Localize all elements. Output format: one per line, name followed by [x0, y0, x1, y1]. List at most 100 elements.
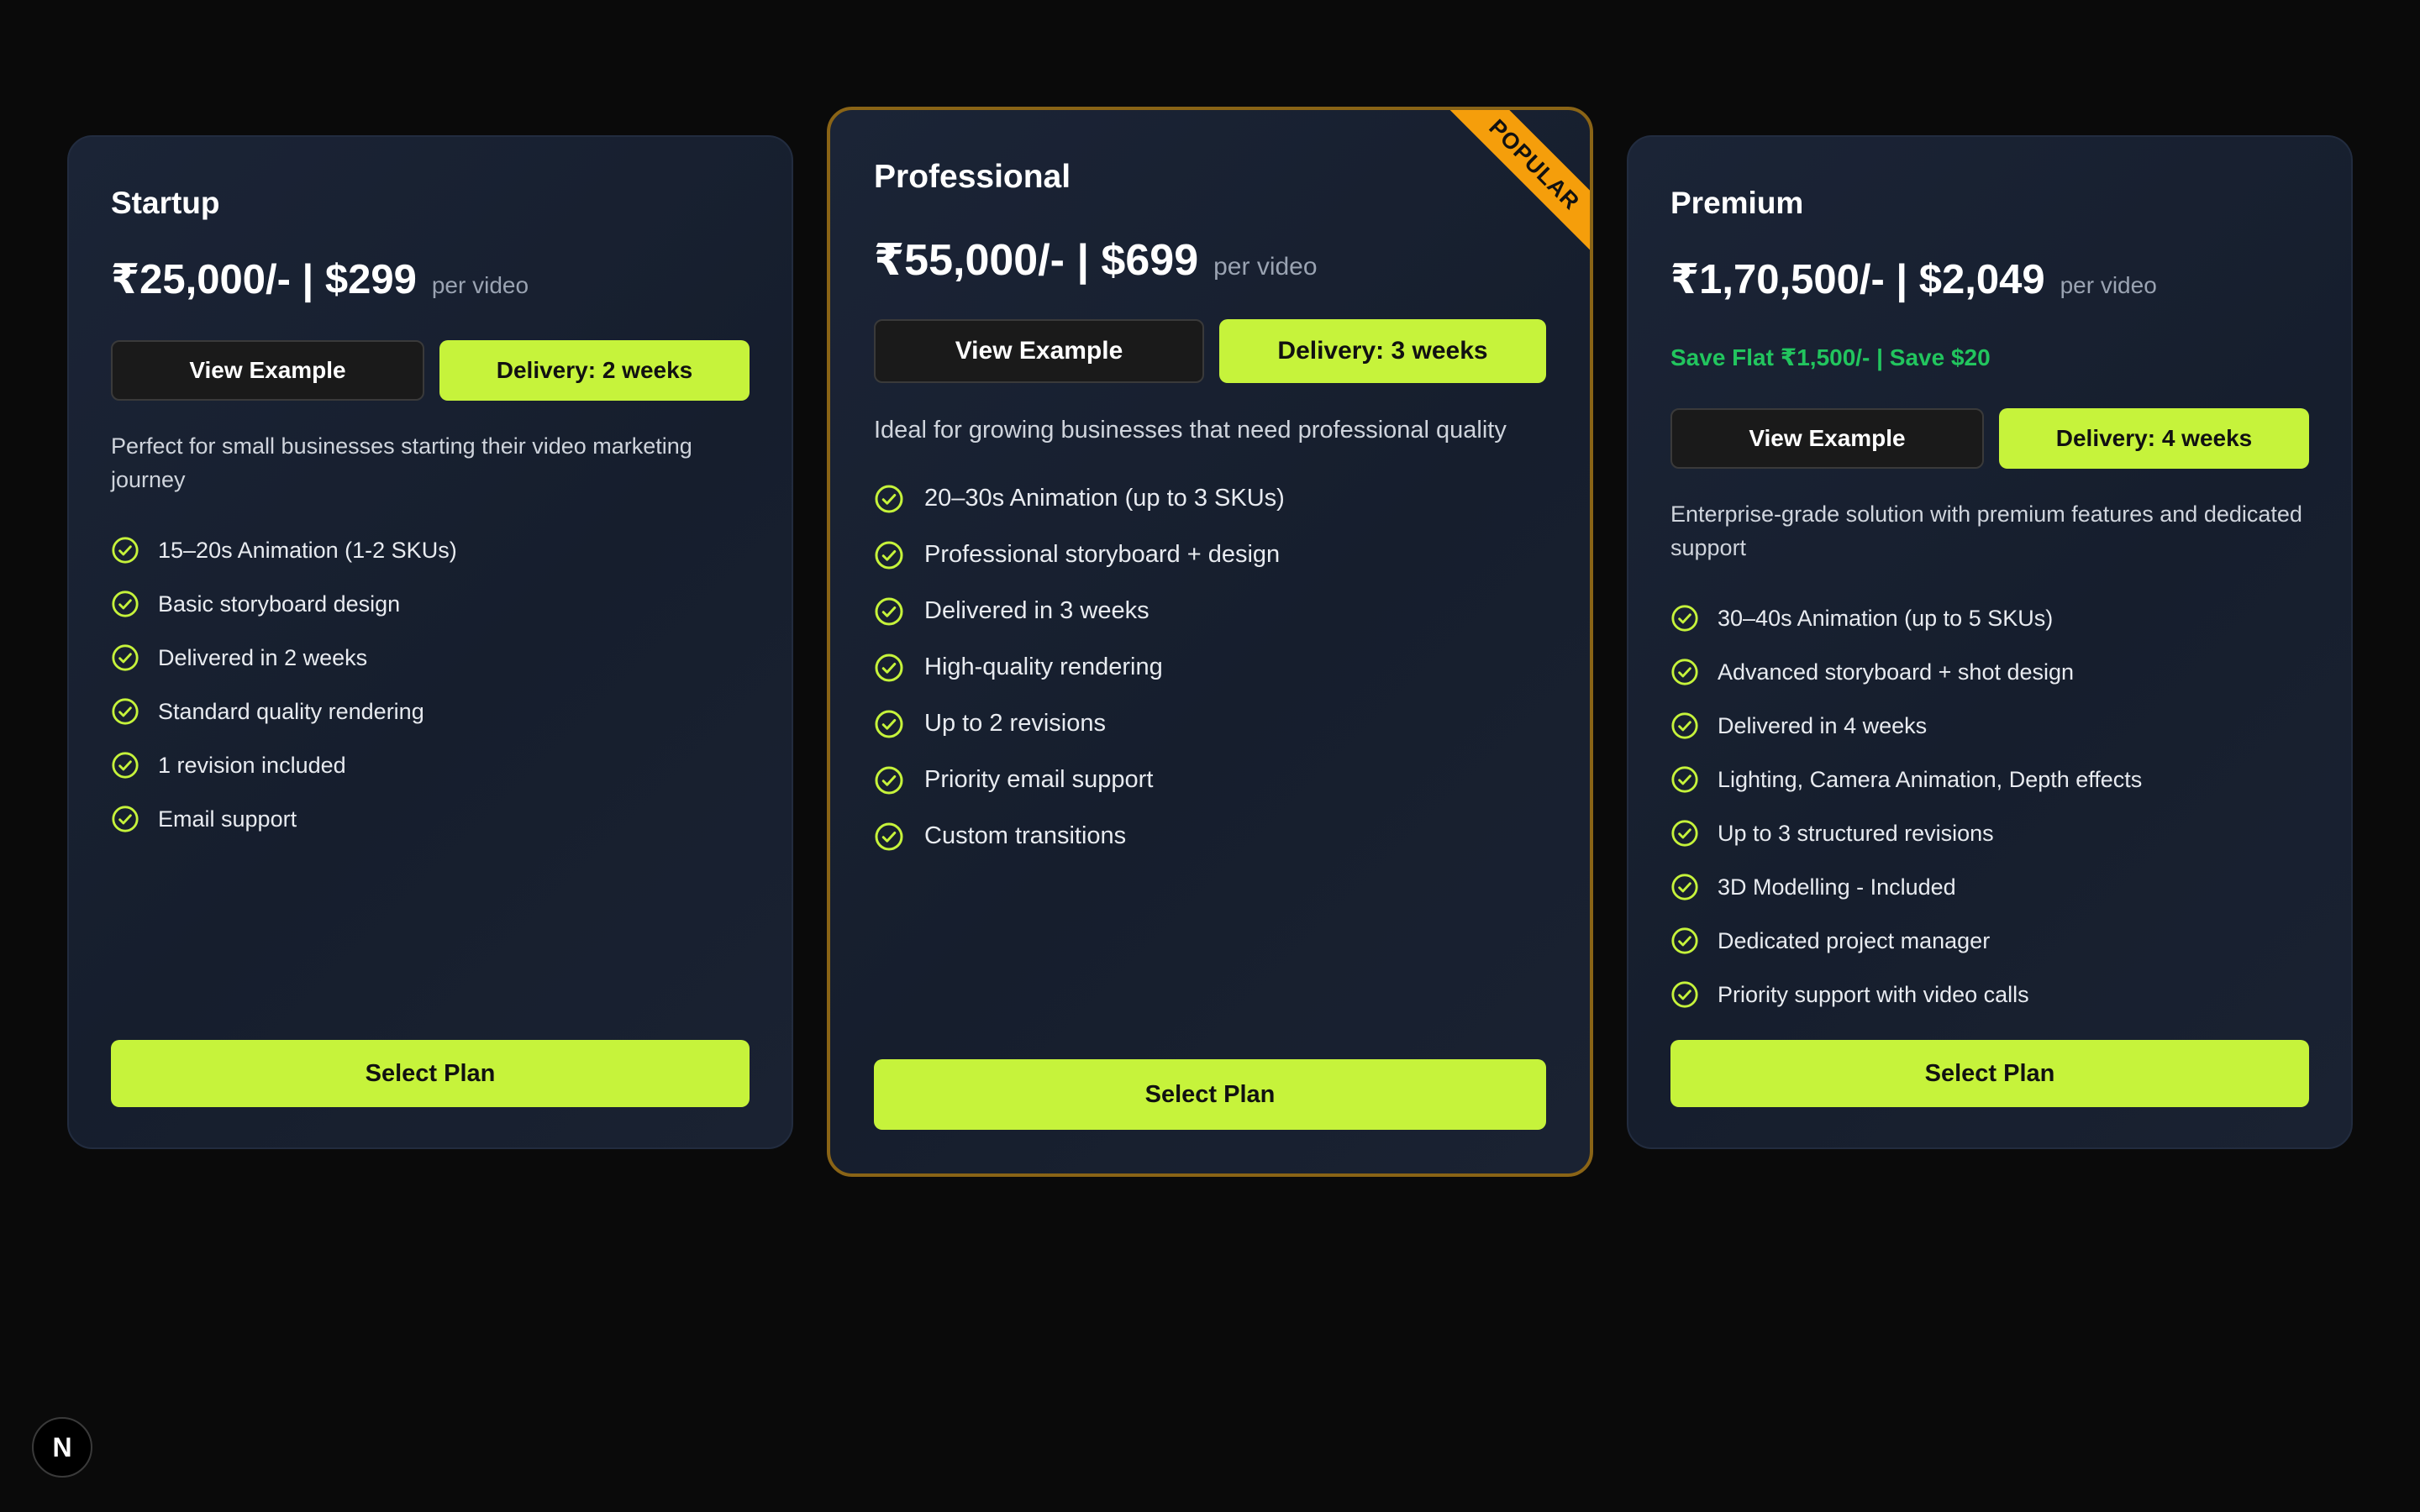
savings-text: Save Flat ₹1,500/- | Save $20: [1670, 344, 1991, 370]
price-unit: per video: [431, 272, 529, 298]
feature-item: 3D Modelling - Included: [1670, 860, 2309, 914]
feature-item: 1 revision included: [111, 738, 750, 792]
price-unit: per video: [1213, 253, 1318, 281]
plan-name: Premium: [1670, 186, 1804, 220]
feature-text: Delivered in 3 weeks: [924, 597, 1150, 624]
select-plan-button[interactable]: Select Plan: [874, 1059, 1546, 1130]
feature-text: Up to 3 structured revisions: [1718, 820, 1994, 846]
plan-description: Enterprise-grade solution with premium f…: [1670, 501, 2302, 560]
price-row: ₹25,000/- | $299 per video: [111, 255, 750, 303]
plan-price: ₹1,70,500/- | $2,049: [1670, 257, 2045, 302]
feature-text: Professional storyboard + design: [924, 541, 1281, 568]
plan-actions: View Example Delivery: 2 weeks: [111, 340, 750, 401]
feature-text: Lighting, Camera Animation, Depth effect…: [1718, 766, 2143, 792]
plan-actions: View Example Delivery: 3 weeks: [874, 319, 1546, 383]
check-circle-icon: [1671, 820, 1698, 847]
popular-badge: POPULAR: [1448, 110, 1590, 251]
check-circle-icon: [1671, 712, 1698, 739]
feature-item: 15–20s Animation (1-2 SKUs): [111, 523, 750, 577]
feature-text: 20–30s Animation (up to 3 SKUs): [924, 485, 1285, 512]
feature-item: Delivered in 2 weeks: [111, 631, 750, 685]
price-row: ₹1,70,500/- | $2,049 per video: [1670, 255, 2309, 303]
check-circle-icon: [1671, 874, 1698, 900]
feature-text: High-quality rendering: [924, 654, 1163, 680]
view-example-button[interactable]: View Example: [874, 319, 1204, 383]
feature-item: Up to 2 revisions: [874, 696, 1546, 752]
check-circle-icon: [875, 710, 903, 738]
feature-text: Priority support with video calls: [1718, 981, 2029, 1007]
check-circle-icon: [1671, 927, 1698, 954]
price-row: ₹55,000/- | $699 per video: [874, 235, 1546, 286]
plan-name: Professional: [874, 159, 1071, 195]
feature-item: High-quality rendering: [874, 639, 1546, 696]
feature-item: 20–30s Animation (up to 3 SKUs): [874, 470, 1546, 527]
feature-text: Up to 2 revisions: [924, 710, 1106, 737]
feature-text: Delivered in 4 weeks: [1718, 712, 1928, 738]
feature-text: Standard quality rendering: [158, 698, 424, 724]
view-example-button[interactable]: View Example: [1670, 408, 1984, 469]
plan-name: Startup: [111, 186, 220, 220]
feature-item: Priority email support: [874, 752, 1546, 808]
feature-text: Priority email support: [924, 766, 1154, 793]
price-unit: per video: [2060, 272, 2157, 298]
feature-text: Custom transitions: [924, 822, 1127, 849]
feature-text: Delivered in 2 weeks: [158, 644, 368, 670]
feature-item: 30–40s Animation (up to 5 SKUs): [1670, 591, 2309, 645]
feature-item: Priority support with video calls: [1670, 968, 2309, 1021]
view-example-button[interactable]: View Example: [111, 340, 424, 401]
check-circle-icon: [112, 698, 139, 725]
feature-item: Email support: [111, 792, 750, 846]
feature-item: Dedicated project manager: [1670, 914, 2309, 968]
check-circle-icon: [1671, 659, 1698, 685]
feature-item: Delivered in 4 weeks: [1670, 699, 2309, 753]
feature-item: Delivered in 3 weeks: [874, 583, 1546, 639]
feature-item: Advanced storyboard + shot design: [1670, 645, 2309, 699]
feature-item: Lighting, Camera Animation, Depth effect…: [1670, 753, 2309, 806]
feature-list: 15–20s Animation (1-2 SKUs) Basic storyb…: [111, 523, 750, 846]
popular-ribbon: POPULAR: [1447, 110, 1590, 253]
check-circle-icon: [112, 752, 139, 779]
feature-text: 30–40s Animation (up to 5 SKUs): [1718, 605, 2054, 631]
feature-text: 15–20s Animation (1-2 SKUs): [158, 537, 457, 563]
check-circle-icon: [1671, 981, 1698, 1008]
feature-item: Standard quality rendering: [111, 685, 750, 738]
select-plan-button[interactable]: Select Plan: [111, 1040, 750, 1107]
plan-description: Perfect for small businesses starting th…: [111, 433, 692, 492]
plan-price: ₹55,000/- | $699: [874, 236, 1199, 285]
plan-description: Ideal for growing businesses that need p…: [874, 417, 1507, 444]
plan-card-startup: Startup ₹25,000/- | $299 per video View …: [67, 135, 793, 1149]
feature-text: 1 revision included: [158, 752, 346, 778]
delivery-button[interactable]: Delivery: 4 weeks: [1999, 408, 2309, 469]
plan-card-professional: POPULAR Professional ₹55,000/- | $699 pe…: [827, 107, 1593, 1177]
check-circle-icon: [875, 597, 903, 625]
nextjs-logo-icon[interactable]: N: [32, 1417, 92, 1478]
feature-list: 20–30s Animation (up to 3 SKUs) Professi…: [874, 470, 1546, 864]
plan-price: ₹25,000/- | $299: [111, 257, 417, 302]
feature-item: Basic storyboard design: [111, 577, 750, 631]
check-circle-icon: [1671, 766, 1698, 793]
delivery-button[interactable]: Delivery: 2 weeks: [439, 340, 750, 401]
feature-item: Up to 3 structured revisions: [1670, 806, 2309, 860]
feature-text: Email support: [158, 806, 297, 832]
pricing-page: Startup ₹25,000/- | $299 per video View …: [0, 0, 2420, 1512]
check-circle-icon: [112, 806, 139, 832]
check-circle-icon: [112, 537, 139, 564]
check-circle-icon: [112, 591, 139, 617]
nextjs-logo-letter: N: [52, 1431, 72, 1462]
check-circle-icon: [875, 822, 903, 850]
delivery-button[interactable]: Delivery: 3 weeks: [1219, 319, 1546, 383]
check-circle-icon: [875, 541, 903, 569]
select-plan-button[interactable]: Select Plan: [1670, 1040, 2309, 1107]
feature-list: 30–40s Animation (up to 5 SKUs) Advanced…: [1670, 591, 2309, 1021]
feature-text: Advanced storyboard + shot design: [1718, 659, 2075, 685]
feature-text: Basic storyboard design: [158, 591, 401, 617]
check-circle-icon: [875, 766, 903, 794]
plan-card-premium: Premium ₹1,70,500/- | $2,049 per video S…: [1627, 135, 2353, 1149]
feature-text: Dedicated project manager: [1718, 927, 1991, 953]
feature-item: Custom transitions: [874, 808, 1546, 864]
check-circle-icon: [1671, 605, 1698, 632]
check-circle-icon: [875, 654, 903, 681]
check-circle-icon: [112, 644, 139, 671]
feature-text: 3D Modelling - Included: [1718, 874, 1956, 900]
feature-item: Professional storyboard + design: [874, 527, 1546, 583]
